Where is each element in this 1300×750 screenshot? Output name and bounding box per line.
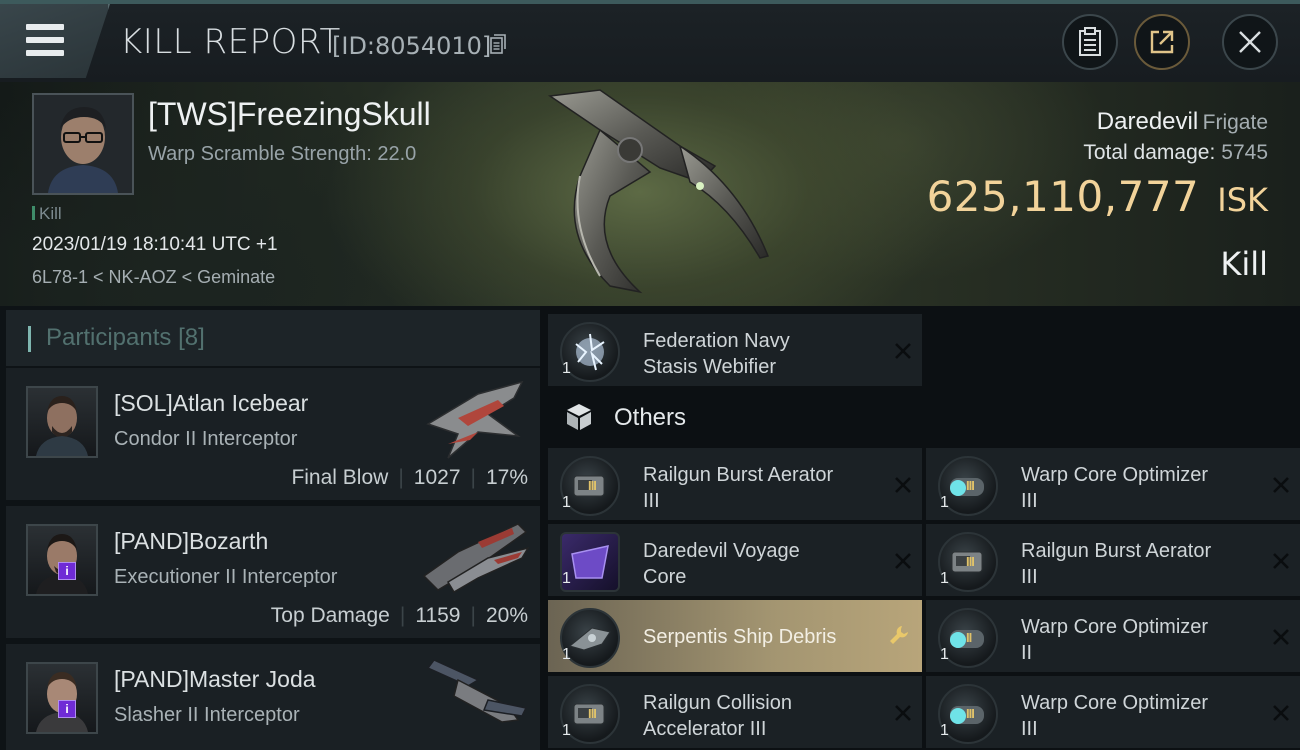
participant-avatar	[26, 524, 98, 596]
item-name: Warp Core Optimizer II	[1021, 616, 1209, 664]
item-name: Railgun Burst Aerator III	[1021, 540, 1212, 588]
report-id: [ID:8054010]	[332, 32, 492, 60]
wrench-icon[interactable]	[888, 624, 910, 646]
participant-name[interactable]: [SOL]Atlan Icebear	[114, 390, 308, 417]
item-cell[interactable]: III 1 Railgun Burst Aerator III	[926, 524, 1300, 596]
item-cell[interactable]: III 1 Warp Core Optimizer III	[926, 676, 1300, 748]
victim-name[interactable]: [TWS]FreezingSkull	[148, 96, 431, 133]
clipboard-icon	[1079, 27, 1101, 56]
close-icon	[1239, 31, 1261, 53]
item-name: Daredevil Voyage Core	[643, 540, 800, 588]
isk-value-row: 625,110,777 ISK	[927, 172, 1268, 221]
isk-unit: ISK	[1217, 181, 1268, 219]
participant-ship-image	[422, 523, 530, 594]
kill-location[interactable]: 6L78-1 < NK-AOZ < Geminate	[32, 267, 275, 288]
participant-badge: i	[58, 700, 76, 718]
item-quantity: 1	[940, 494, 949, 511]
item-quantity: 1	[940, 646, 949, 663]
item-cell[interactable]: II 1 Warp Core Optimizer II	[926, 600, 1300, 672]
page-title: KILL REPORT	[120, 22, 341, 62]
participant-row[interactable]: i [PAND]Master Joda Slasher II Intercept…	[6, 644, 540, 750]
isk-value: 625,110,777	[926, 172, 1200, 221]
item-quantity: 1	[940, 570, 949, 587]
item-name: Warp Core Optimizer III	[1021, 464, 1209, 512]
total-damage-value: 5745	[1221, 141, 1268, 164]
remove-icon[interactable]	[894, 342, 912, 360]
participant-name[interactable]: [PAND]Master Joda	[114, 666, 316, 693]
share-button[interactable]	[1134, 14, 1190, 70]
participants-header: Participants [8]	[6, 310, 540, 366]
item-name: Railgun Burst Aerator III	[643, 464, 834, 512]
item-cell[interactable]: III 1 Railgun Collision Accelerator III	[548, 676, 922, 748]
item-quantity: 1	[562, 360, 571, 377]
victim-avatar[interactable]	[32, 93, 134, 195]
participant-avatar	[26, 386, 98, 458]
tier-badge: III	[588, 478, 597, 493]
kill-tag: Kill	[32, 204, 62, 224]
item-cell-highlighted[interactable]: 1 Serpentis Ship Debris	[548, 600, 922, 672]
total-damage-label: Total damage:	[1083, 141, 1216, 164]
item-quantity: 1	[562, 570, 571, 587]
cube-icon	[567, 404, 591, 430]
total-damage: Total damage: 5745	[1083, 141, 1268, 165]
item-name: Federation Navy Stasis Webifier	[643, 330, 790, 378]
ship-type[interactable]: Daredevil Frigate	[1097, 108, 1268, 136]
victim-ship-image[interactable]	[540, 86, 780, 302]
participant-ship: Slasher II Interceptor	[114, 704, 300, 726]
item-cell[interactable]: 1 Daredevil Voyage Core	[548, 524, 922, 596]
item-name: Railgun Collision Accelerator III	[643, 692, 792, 740]
ship-class: Frigate	[1202, 111, 1268, 134]
item-quantity: 1	[562, 722, 571, 739]
tier-badge: III	[966, 554, 975, 569]
menu-icon	[0, 4, 80, 78]
tier-badge: III	[588, 706, 597, 721]
participant-ship: Executioner II Interceptor	[114, 566, 338, 588]
remove-icon[interactable]	[1272, 552, 1290, 570]
participant-ship: Condor II Interceptor	[114, 428, 298, 450]
remove-icon[interactable]	[894, 476, 912, 494]
copy-icon[interactable]	[490, 34, 506, 54]
kill-status: Kill	[1220, 245, 1268, 283]
remove-icon[interactable]	[894, 552, 912, 570]
victim-stat: Warp Scramble Strength: 22.0	[148, 143, 417, 165]
participant-badge: i	[58, 562, 76, 580]
item-quantity: 1	[940, 722, 949, 739]
participant-stats: Final Blow | 1027 | 17%	[291, 466, 528, 489]
item-cell[interactable]: 1 Federation Navy Stasis Webifier	[548, 314, 922, 386]
item-cell[interactable]: III 1 Railgun Burst Aerator III	[548, 448, 922, 520]
remove-icon[interactable]	[1272, 704, 1290, 722]
remove-icon[interactable]	[1272, 628, 1290, 646]
share-icon	[1150, 30, 1174, 54]
participant-row[interactable]: i [PAND]Bozarth Executioner II Intercept…	[6, 506, 540, 638]
participant-name[interactable]: [PAND]Bozarth	[114, 528, 268, 555]
item-quantity: 1	[562, 494, 571, 511]
tier-badge: II	[966, 630, 972, 645]
tier-badge: III	[966, 478, 975, 493]
item-quantity: 1	[562, 646, 571, 663]
clipboard-button[interactable]	[1062, 14, 1118, 70]
item-cell[interactable]: III 1 Warp Core Optimizer III	[926, 448, 1300, 520]
remove-icon[interactable]	[894, 704, 912, 722]
item-name: Serpentis Ship Debris	[643, 626, 837, 648]
kill-datetime: 2023/01/19 18:10:41 UTC +1	[32, 234, 278, 255]
participant-stats: Top Damage | 1159 | 20%	[270, 604, 528, 627]
item-name: Warp Core Optimizer III	[1021, 692, 1209, 740]
participant-ship-image	[426, 659, 528, 723]
participant-avatar	[26, 662, 98, 734]
remove-icon[interactable]	[1272, 476, 1290, 494]
others-label: Others	[614, 404, 687, 431]
participant-row[interactable]: [SOL]Atlan Icebear Condor II Interceptor…	[6, 368, 540, 500]
participant-ship-image	[426, 380, 524, 459]
participants-title: Participants [8]	[46, 324, 205, 351]
others-section-header: Others	[548, 392, 922, 444]
tier-badge: III	[966, 706, 975, 721]
ship-name: Daredevil	[1096, 108, 1199, 135]
close-button[interactable]	[1222, 14, 1278, 70]
